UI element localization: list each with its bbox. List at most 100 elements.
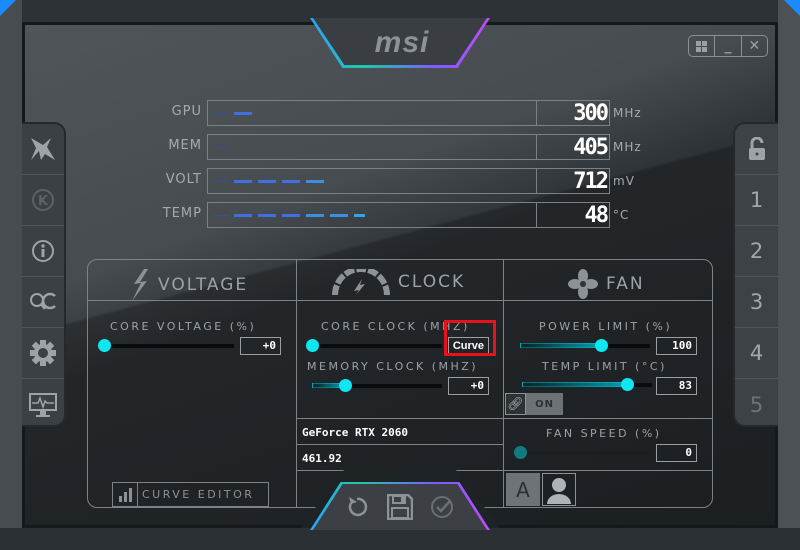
fan-title: FAN xyxy=(606,274,645,294)
reset-icon xyxy=(348,497,368,517)
graph-dash xyxy=(214,113,228,114)
temp-limit-value[interactable]: 83 xyxy=(656,377,697,395)
kombustor-icon: K xyxy=(32,189,54,211)
graph-dash xyxy=(214,181,228,182)
clock-title: CLOCK xyxy=(398,272,466,292)
monitor-graph xyxy=(207,202,537,228)
core-clock-slider[interactable] xyxy=(306,339,442,352)
profile-number: 5 xyxy=(749,392,764,417)
slider-thumb[interactable] xyxy=(594,339,608,352)
sidebar-monitor[interactable] xyxy=(22,379,64,430)
slider-thumb[interactable] xyxy=(514,446,527,459)
profile-2[interactable]: 2 xyxy=(735,226,778,277)
window-controls: _ ✕ xyxy=(688,35,768,57)
monitor-value: 300 xyxy=(537,100,610,126)
graph-dash xyxy=(306,180,324,183)
power-limit-label: POWER LIMIT (%) xyxy=(539,320,673,333)
corner-accent xyxy=(784,0,800,16)
close-button[interactable]: ✕ xyxy=(742,36,767,56)
curve-editor-button[interactable]: CURVE EDITOR xyxy=(112,482,269,507)
auto-icon: A xyxy=(516,477,530,502)
close-icon: ✕ xyxy=(748,38,761,54)
settings-icon xyxy=(30,340,56,366)
fan-auto-button[interactable]: A xyxy=(506,473,540,506)
graph-dash xyxy=(282,180,300,183)
power-limit-value[interactable]: 100 xyxy=(656,337,697,355)
sidebar-afterburner[interactable] xyxy=(22,124,64,175)
apply-button[interactable] xyxy=(428,492,456,522)
sidebar-kombustor[interactable]: K xyxy=(22,175,64,226)
temp-limit-slider[interactable] xyxy=(522,378,652,391)
link-icon: 🔗︎ xyxy=(505,393,526,415)
monitor-label: MEM xyxy=(168,138,202,153)
profile-lock-button[interactable] xyxy=(735,124,778,175)
power-limit-slider[interactable] xyxy=(520,339,650,352)
core-voltage-value[interactable]: +0 xyxy=(240,337,281,355)
driver-version: 461.92 xyxy=(302,452,342,465)
slider-fill xyxy=(520,343,601,348)
curve-editor-label: CURVE EDITOR xyxy=(142,488,255,501)
sidebar-settings[interactable] xyxy=(22,328,64,379)
profile-4[interactable]: 4 xyxy=(735,328,778,379)
profile-sidebar: 1 2 3 4 5 xyxy=(733,122,778,427)
windows-button[interactable] xyxy=(689,36,716,56)
graph-dash xyxy=(330,214,348,217)
msi-logo: msi xyxy=(374,26,430,59)
graph-dash xyxy=(234,112,252,115)
save-icon xyxy=(387,494,413,520)
graph-dash xyxy=(258,214,276,217)
monitor-gpu: GPU 300 MHz xyxy=(150,100,660,126)
apply-icon xyxy=(431,496,453,518)
left-sidebar: K xyxy=(22,122,66,427)
monitor-icon xyxy=(29,392,57,417)
frame-left xyxy=(0,0,22,550)
bars-icon xyxy=(113,483,138,506)
unlock-icon xyxy=(748,137,765,160)
lightning-icon xyxy=(132,269,148,301)
save-button[interactable] xyxy=(386,492,414,522)
sidebar-oc-scanner[interactable] xyxy=(22,277,64,328)
column-divider xyxy=(503,418,504,508)
memory-clock-label: MEMORY CLOCK (MHZ) xyxy=(307,360,479,373)
profile-5[interactable]: 5 xyxy=(735,379,778,430)
info-icon xyxy=(32,240,54,262)
frame-right xyxy=(778,0,800,550)
frame-bottom xyxy=(0,528,800,550)
profile-number: 2 xyxy=(749,239,764,263)
monitor-graph xyxy=(207,134,537,160)
profile-3[interactable]: 3 xyxy=(735,277,778,328)
afterburner-icon xyxy=(31,138,55,160)
voltage-title: VOLTAGE xyxy=(158,275,249,295)
monitor-label: GPU xyxy=(171,104,202,119)
monitor-volt: VOLT 712 mV xyxy=(150,168,660,194)
monitor-unit: °C xyxy=(613,208,630,222)
monitor-value: 405 xyxy=(537,134,610,160)
memory-clock-slider[interactable] xyxy=(312,379,442,392)
fan-user-button[interactable] xyxy=(542,473,576,506)
profile-1[interactable]: 1 xyxy=(735,175,778,226)
fan-speed-value[interactable]: 0 xyxy=(656,444,697,462)
graph-dash xyxy=(214,147,228,148)
monitor-value: 48 xyxy=(537,202,610,228)
divider xyxy=(297,444,504,445)
reset-button[interactable] xyxy=(343,492,371,522)
msi-afterburner-window: msi _ ✕ GPU 300 MHz MEM 405 MHz VOLT 712… xyxy=(0,0,800,550)
monitor-label: TEMP xyxy=(162,206,202,221)
slider-thumb[interactable] xyxy=(306,339,319,352)
link-toggle[interactable]: 🔗︎ ON xyxy=(505,393,563,415)
graph-dash xyxy=(234,214,252,217)
slider-thumb[interactable] xyxy=(338,379,352,392)
monitor-value: 712 xyxy=(537,168,610,194)
core-voltage-label: CORE VOLTAGE (%) xyxy=(110,320,257,333)
voltage-header: VOLTAGE xyxy=(130,269,248,301)
minimize-button[interactable]: _ xyxy=(715,36,742,56)
graph-dash xyxy=(354,214,365,217)
memory-clock-value[interactable]: +0 xyxy=(448,377,489,395)
corner-accent xyxy=(0,0,16,16)
sidebar-info[interactable] xyxy=(22,226,64,277)
graph-dash xyxy=(234,180,252,183)
core-voltage-slider[interactable] xyxy=(98,339,234,352)
slider-thumb[interactable] xyxy=(98,339,111,352)
monitor-graph xyxy=(207,168,537,194)
fan-speed-slider[interactable] xyxy=(514,446,650,459)
